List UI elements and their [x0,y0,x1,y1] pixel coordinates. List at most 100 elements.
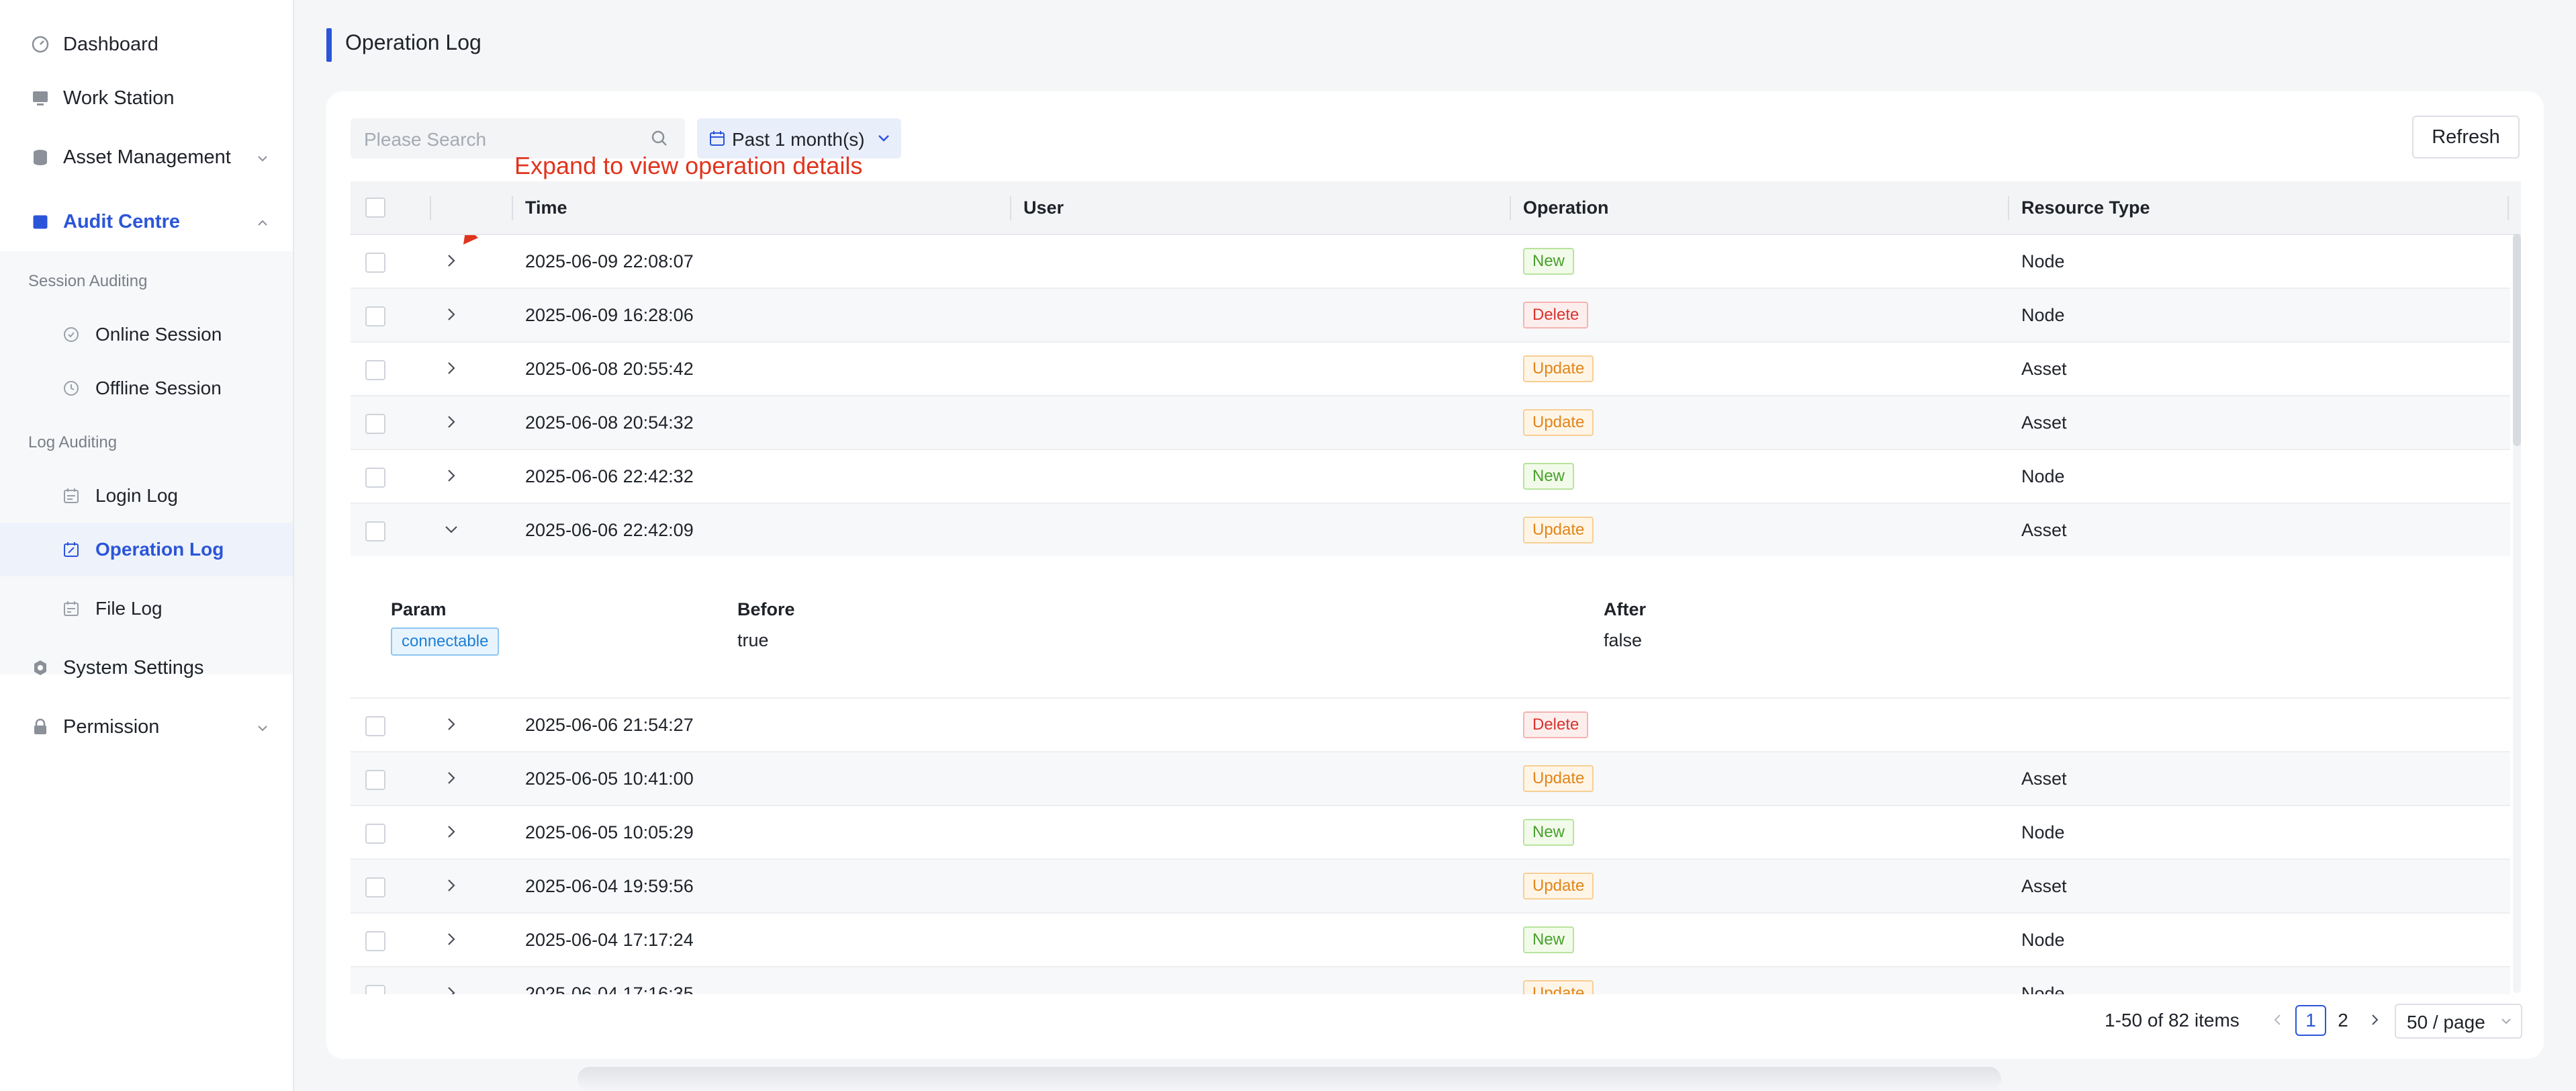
chevron-right-icon[interactable] [442,305,461,324]
sidebar-item-audit-centre[interactable]: Audit Centre [0,195,293,249]
column-separator [430,196,431,220]
table-row[interactable]: 2025-06-09 22:08:07 New Node [351,235,2510,289]
row-checkbox[interactable] [365,770,385,790]
next-page-icon[interactable] [2366,1012,2383,1028]
prev-page-icon[interactable] [2270,1012,2286,1028]
table-row[interactable]: 2025-06-06 21:54:27 Delete [351,699,2510,752]
row-checkbox[interactable] [365,877,385,898]
operation-tag: Update [1523,409,1594,436]
sidebar-item-offline-session[interactable]: Offline Session [0,361,293,415]
table-row[interactable]: 2025-06-08 20:55:42 Update Asset [351,343,2510,396]
edit-log-icon [62,540,81,559]
table-row[interactable]: 2025-06-09 16:28:06 Delete Node [351,289,2510,343]
table-row[interactable]: 2025-06-05 10:41:00 Update Asset [351,752,2510,806]
header-user[interactable]: User [1023,198,1064,218]
operation-tag: Update [1523,517,1594,543]
row-checkbox[interactable] [365,414,385,434]
row-checkbox[interactable] [365,985,385,994]
database-icon [31,148,50,167]
row-checkbox[interactable] [365,931,385,951]
chevron-right-icon[interactable] [442,930,461,949]
date-range-label: Past 1 month(s) [732,129,865,150]
header-operation[interactable]: Operation [1523,198,1609,218]
sidebar-item-operation-log[interactable]: Operation Log [0,523,293,576]
chevron-right-icon[interactable] [442,412,461,431]
column-separator [1010,196,1011,220]
sidebar-item-file-log[interactable]: File Log [0,582,293,636]
details-after-header: After [1604,599,1647,619]
sidebar-item-online-session[interactable]: Online Session [0,308,293,361]
row-resource-type: Node [2021,984,2065,994]
chevron-right-icon[interactable] [442,984,461,994]
lock-icon [31,717,50,736]
row-time: 2025-06-09 22:08:07 [525,251,694,271]
sidebar-label: Permission [63,715,160,738]
table-row[interactable]: 2025-06-05 10:05:29 New Node [351,806,2510,860]
row-checkbox[interactable] [365,716,385,736]
operation-tag: New [1523,819,1575,846]
calendar-log-icon [62,486,81,505]
row-checkbox[interactable] [365,306,385,326]
sidebar-label: Online Session [95,324,222,345]
row-time: 2025-06-08 20:54:32 [525,412,694,433]
group-label-session-auditing: Session Auditing [28,272,148,290]
audit-icon [31,212,50,231]
chevron-right-icon[interactable] [442,822,461,841]
row-resource-type: Asset [2021,876,2067,896]
sidebar-label: Audit Centre [63,210,180,232]
row-resource-type: Asset [2021,359,2067,379]
file-log-icon [62,599,81,618]
table-row[interactable]: 2025-06-06 22:42:32 New Node [351,450,2510,504]
sidebar-item-asset-management[interactable]: Asset Management [0,130,293,184]
page-1-button[interactable]: 1 [2295,1005,2326,1036]
chevron-right-icon[interactable] [442,715,461,734]
row-time: 2025-06-06 22:42:09 [525,520,694,540]
sidebar-item-login-log[interactable]: Login Log [0,469,293,523]
row-resource-type: Node [2021,305,2065,325]
table-row[interactable]: 2025-06-04 19:59:56 Update Asset [351,860,2510,914]
table-row[interactable]: 2025-06-04 17:16:35 Update Node [351,967,2510,994]
page-2-button[interactable]: 2 [2328,1005,2358,1036]
sidebar-item-dashboard[interactable]: Dashboard [0,17,293,71]
header-time[interactable]: Time [525,198,567,218]
chevron-right-icon[interactable] [442,876,461,895]
sidebar-item-system-settings[interactable]: System Settings [0,641,293,695]
chevron-down-icon[interactable] [442,520,461,539]
row-resource-type: Asset [2021,769,2067,789]
page-size-select[interactable]: 50 / page [2395,1004,2522,1039]
chevron-right-icon[interactable] [442,466,461,485]
row-time: 2025-06-06 21:54:27 [525,715,694,735]
refresh-button[interactable]: Refresh [2412,116,2520,159]
page-title: Operation Log [345,30,481,54]
dashboard-icon [31,35,50,54]
page-size-label: 50 / page [2407,1012,2485,1033]
table-scrollbar-thumb[interactable] [2513,234,2521,446]
row-checkbox[interactable] [365,360,385,380]
operation-tag: Update [1523,980,1594,994]
chevron-right-icon[interactable] [442,769,461,787]
row-checkbox[interactable] [365,521,385,541]
row-time: 2025-06-04 17:17:24 [525,930,694,950]
chevron-up-icon [255,214,270,228]
table-row[interactable]: 2025-06-04 17:17:24 New Node [351,914,2510,967]
row-checkbox[interactable] [365,468,385,488]
table-row[interactable]: 2025-06-08 20:54:32 Update Asset [351,396,2510,450]
row-time: 2025-06-08 20:55:42 [525,359,694,379]
row-resource-type: Node [2021,466,2065,486]
row-checkbox[interactable] [365,253,385,273]
row-time: 2025-06-04 19:59:56 [525,876,694,896]
details-after-value: false [1604,630,1643,650]
sidebar-item-work-station[interactable]: Work Station [0,71,293,125]
sidebar-item-permission[interactable]: Permission [0,700,293,754]
chevron-right-icon[interactable] [442,359,461,378]
table-row-expanded[interactable]: 2025-06-06 22:42:09 Update Asset [351,504,2510,558]
sidebar-label: System Settings [63,656,204,679]
header-resource-type[interactable]: Resource Type [2021,198,2150,218]
search-icon[interactable] [650,129,669,148]
column-separator [1510,196,1511,220]
history-icon [62,379,81,398]
row-time: 2025-06-09 16:28:06 [525,305,694,325]
select-all-checkbox[interactable] [365,198,385,218]
chevron-right-icon[interactable] [442,251,461,270]
row-checkbox[interactable] [365,824,385,844]
